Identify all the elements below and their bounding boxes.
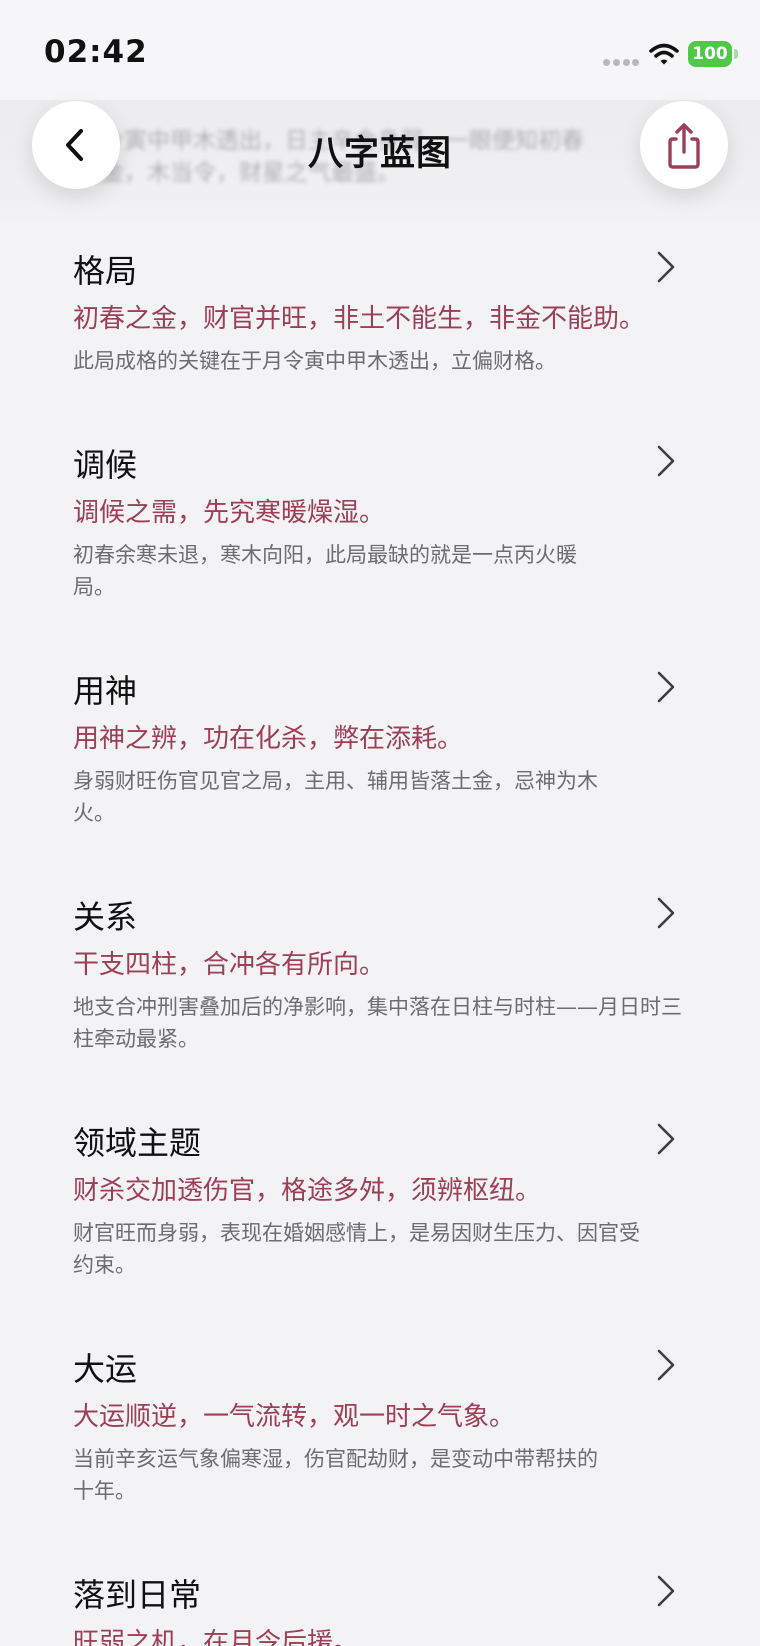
section-subtitle: 用神之辨，功在化杀，弊在添耗。: [73, 724, 464, 754]
section-title: 大运: [73, 1350, 138, 1388]
section-subtitle: 初春之金，财官并旺，非土不能生，非金不能助。: [73, 304, 646, 334]
section-description: 财官旺而身弱，表现在婚姻感情上，是易因财生压力、因官受约束。: [73, 1221, 640, 1277]
section-description: 初春余寒未退，寒木向阳，此局最缺的就是一点丙火暖局。: [73, 543, 577, 599]
section-description: 地支合冲刑害叠加后的净影响，集中落在日柱与时柱——月日时三柱牵动最紧。: [73, 995, 682, 1051]
section-lingyu-zhuti[interactable]: 领域主题 财杀交加透伤官，格途多舛，须辨枢纽。 财官旺而身弱，表现在婚姻感情上，…: [0, 1118, 760, 1288]
section-guanxi[interactable]: 关系 干支四柱，合冲各有所向。 地支合冲刑害叠加后的净影响，集中落在日柱与时柱—…: [0, 892, 760, 1062]
section-subtitle: 财杀交加透伤官，格途多舛，须辨枢纽。: [73, 1176, 542, 1206]
chevron-right-icon: [657, 671, 675, 703]
status-time: 02:42: [44, 34, 148, 70]
section-tiaohou[interactable]: 调候 调候之需，先究寒暖燥湿。 初春余寒未退，寒木向阳，此局最缺的就是一点丙火暖…: [0, 440, 760, 610]
chevron-right-icon: [657, 1575, 675, 1607]
battery-level: 100: [688, 41, 732, 67]
chevron-right-icon: [657, 1349, 675, 1381]
share-icon: [668, 123, 700, 169]
section-description: 此局成格的关键在于月令寅中甲木透出，立偏财格。: [73, 349, 556, 373]
section-title: 关系: [73, 898, 138, 936]
chevron-right-icon: [657, 1123, 675, 1155]
chevron-right-icon: [657, 897, 675, 929]
section-subtitle: 干支四柱，合冲各有所向。: [73, 950, 386, 980]
status-bar: 02:42 100: [0, 0, 760, 100]
chevron-right-icon: [657, 445, 675, 477]
wifi-icon: [649, 43, 679, 65]
share-button[interactable]: [640, 101, 728, 189]
section-title: 格局: [73, 252, 138, 290]
section-subtitle: 大运顺逆，一气流转，观一时之气象。: [73, 1402, 516, 1432]
section-geju[interactable]: 格局 初春之金，财官并旺，非土不能生，非金不能助。 此局成格的关键在于月令寅中甲…: [0, 246, 760, 386]
section-title: 调候: [73, 446, 138, 484]
section-title: 用神: [73, 672, 138, 710]
battery-icon: 100: [688, 41, 738, 67]
chevron-right-icon: [657, 251, 675, 283]
section-title: 领域主题: [73, 1124, 202, 1162]
section-subtitle: 调候之需，先究寒暖燥湿。: [73, 498, 386, 528]
section-luodao-richang[interactable]: 落到日常 旺弱之机，在月令后援。: [0, 1570, 760, 1646]
section-yongshen[interactable]: 用神 用神之辨，功在化杀，弊在添耗。 身弱财旺伤官见官之局，主用、辅用皆落土金，…: [0, 666, 760, 836]
section-dayun[interactable]: 大运 大运顺逆，一气流转，观一时之气象。 当前辛亥运气象偏寒湿，伤官配劫财，是变…: [0, 1344, 760, 1514]
cellular-signal-icon: [603, 59, 639, 67]
section-subtitle: 旺弱之机，在月令后援。: [73, 1628, 360, 1646]
section-title: 落到日常: [73, 1576, 202, 1614]
section-description: 身弱财旺伤官见官之局，主用、辅用皆落土金，忌神为木火。: [73, 769, 598, 825]
section-description: 当前辛亥运气象偏寒湿，伤官配劫财，是变动中带帮扶的十年。: [73, 1447, 598, 1503]
